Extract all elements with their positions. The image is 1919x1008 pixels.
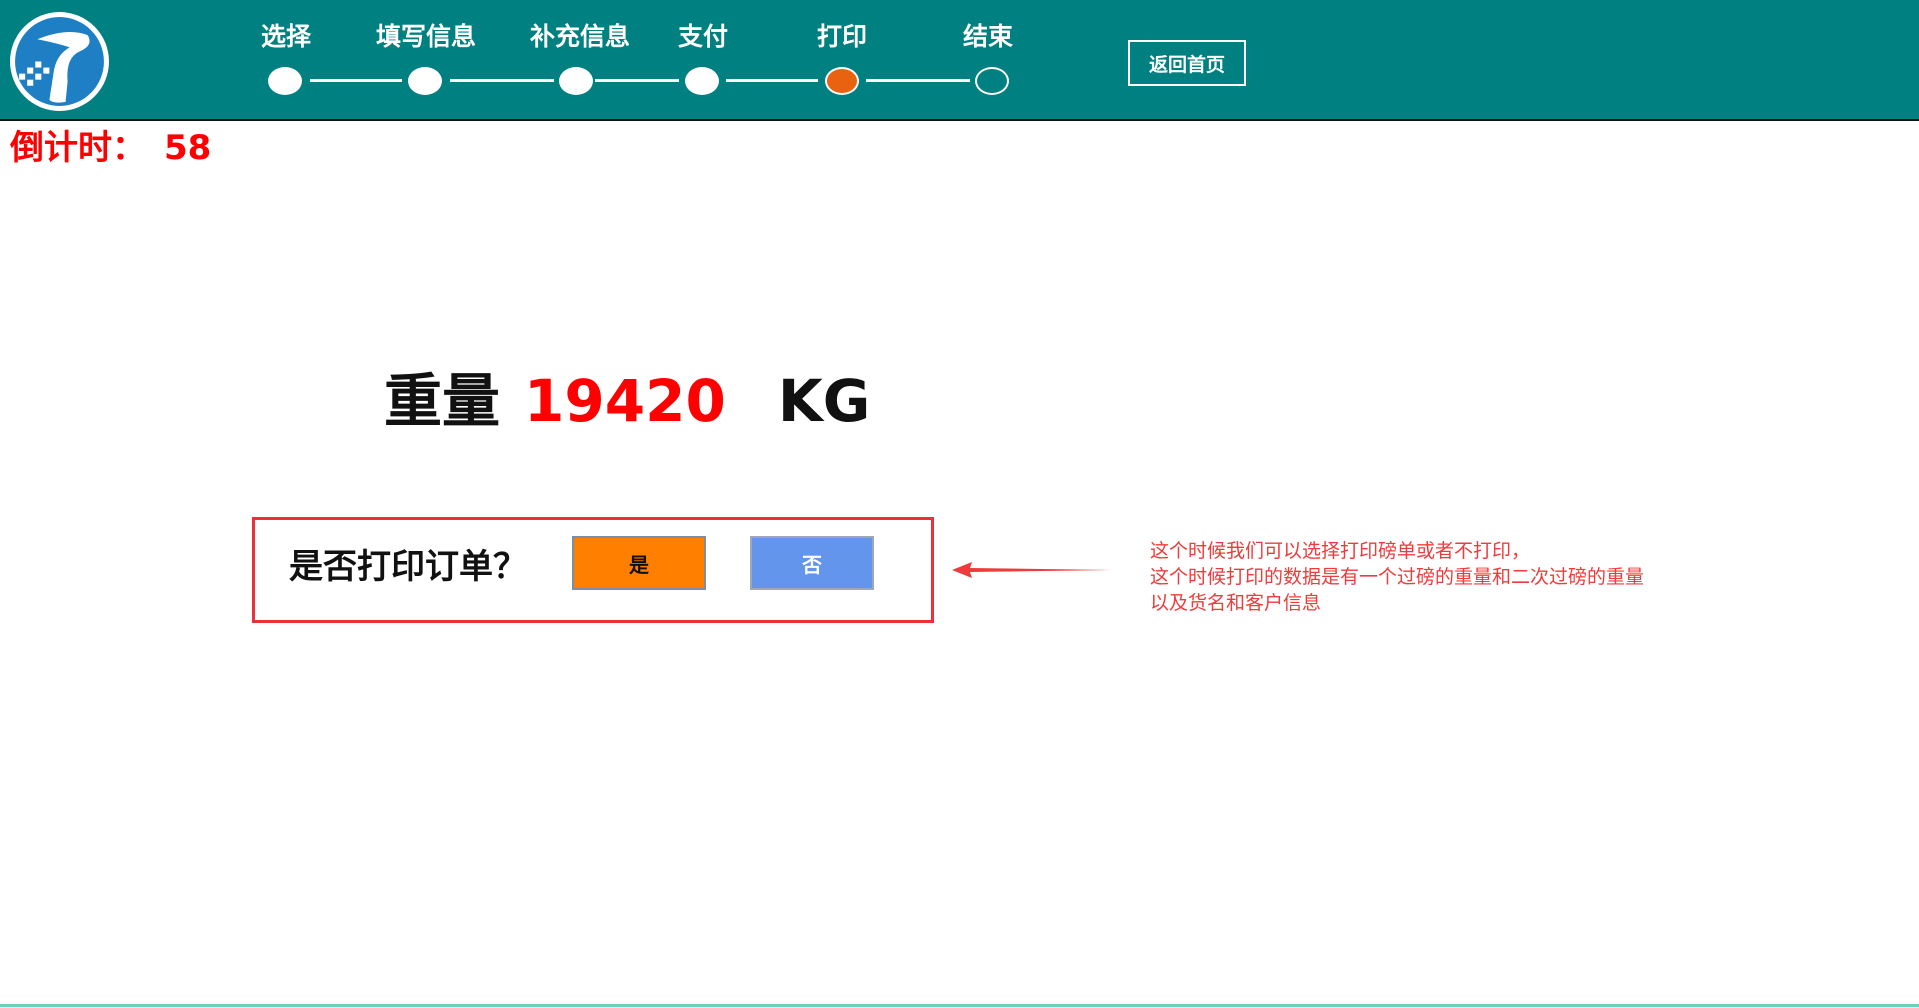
- step-circle-done: [685, 67, 719, 95]
- print-order-dialog: 是否打印订单？ 是 否: [252, 517, 934, 623]
- annotation-line: 这个时候我们可以选择打印磅单或者不打印，: [1150, 540, 1531, 562]
- annotation-note: 这个时候我们可以选择打印磅单或者不打印， 这个时候打印的数据是有一个过磅的重量和…: [1150, 538, 1644, 616]
- step-connector: [310, 79, 402, 82]
- countdown-value: 58: [164, 128, 212, 168]
- step-label-pay: 支付: [677, 22, 729, 51]
- step-connector: [866, 79, 970, 82]
- step-label-fill-info: 填写信息: [375, 22, 477, 51]
- countdown-timer: 倒计时： 58: [10, 126, 211, 170]
- annotation-line: 这个时候打印的数据是有一个过磅的重量和二次过磅的重量: [1150, 566, 1645, 588]
- step-circle-pending: [975, 67, 1009, 95]
- step-label-select: 选择: [260, 22, 312, 51]
- yes-button[interactable]: 是: [572, 536, 706, 590]
- print-question: 是否打印订单？: [289, 547, 527, 587]
- page: 选择 填写信息 补充信息 支付 打印 结束 返回首页 倒计时： 58 重量 1942…: [0, 0, 1919, 1008]
- step-connector: [450, 79, 554, 82]
- header-bar: 选择 填写信息 补充信息 支付 打印 结束 返回首页: [0, 0, 1919, 121]
- annotation-arrow-icon: [952, 562, 1112, 578]
- annotation-line: 以及货名和客户信息: [1150, 592, 1322, 614]
- step-circle-done: [559, 67, 593, 95]
- step-connector: [595, 79, 679, 82]
- bottom-divider: [0, 1004, 1919, 1007]
- step-circle-done: [408, 67, 442, 95]
- no-button[interactable]: 否: [750, 536, 874, 590]
- weight-label: 重量: [384, 367, 501, 435]
- countdown-label: 倒计时：: [10, 128, 146, 168]
- step-label-extra-info: 补充信息: [529, 22, 631, 51]
- weight-unit: KG: [777, 367, 871, 435]
- step-label-finish: 结束: [962, 22, 1014, 51]
- home-button[interactable]: 返回首页: [1128, 40, 1246, 86]
- step-label-print: 打印: [816, 22, 868, 51]
- app-logo-icon: [10, 12, 109, 111]
- step-circle-current: [825, 67, 859, 95]
- weight-display: 重量 19420 KG: [384, 364, 870, 438]
- step-connector: [726, 79, 818, 82]
- step-circle-done: [268, 67, 302, 95]
- weight-value: 19420: [524, 367, 726, 435]
